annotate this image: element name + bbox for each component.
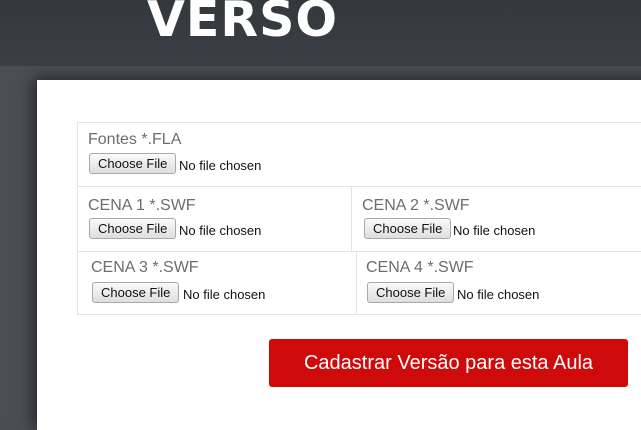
scene-1-file-status: No file chosen <box>179 223 262 238</box>
scene-1-choose-file-button[interactable]: Choose File <box>89 218 177 239</box>
register-version-button[interactable]: Cadastrar Versão para esta Aula <box>269 339 628 387</box>
sources-fla-choose-file-button[interactable]: Choose File <box>89 153 177 174</box>
scene-3-choose-file-button[interactable]: Choose File <box>92 282 180 303</box>
scene-3-file-status: No file chosen <box>183 287 266 302</box>
scene-4-file-status: No file chosen <box>457 287 540 302</box>
app-header: VERSO <box>0 0 641 66</box>
scene-1-swf-label: CENA 1 *.SWF <box>88 197 196 214</box>
sources-fla-label: Fontes *.FLA <box>88 131 182 148</box>
scene-4-choose-file-button[interactable]: Choose File <box>367 282 455 303</box>
sources-fla-file-status: No file chosen <box>179 158 262 173</box>
scene-3-swf-label: CENA 3 *.SWF <box>91 259 199 276</box>
scene-2-choose-file-button[interactable]: Choose File <box>364 218 452 239</box>
scene-2-swf-label: CENA 2 *.SWF <box>362 197 470 214</box>
logo-text: VERSO <box>147 0 339 48</box>
scene-2-file-status: No file chosen <box>453 223 536 238</box>
scene-4-swf-label: CENA 4 *.SWF <box>366 259 474 276</box>
